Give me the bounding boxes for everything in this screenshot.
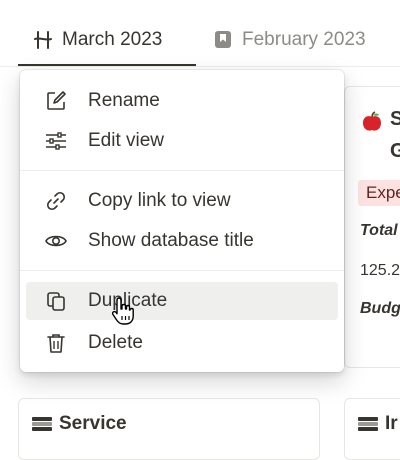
status-badge: Expe bbox=[358, 180, 400, 206]
menu-divider bbox=[20, 270, 344, 271]
view-icon bbox=[32, 29, 54, 51]
menu-item-show-database-title[interactable]: Show database title bbox=[26, 222, 338, 260]
menu-item-rename[interactable]: Rename bbox=[26, 82, 338, 120]
tab-label: March 2023 bbox=[62, 29, 163, 50]
menu-item-label: Duplicate bbox=[88, 290, 168, 311]
menu-item-label: Edit view bbox=[88, 130, 165, 151]
apple-icon bbox=[360, 110, 384, 134]
tab-february-2023[interactable]: February 2023 bbox=[212, 24, 366, 56]
gallery-card-partial[interactable]: Ir bbox=[344, 398, 400, 460]
card-title-line2: G bbox=[390, 140, 400, 162]
duplicate-icon bbox=[42, 287, 70, 315]
tabs-divider bbox=[0, 66, 400, 67]
bookmark-icon bbox=[212, 29, 234, 51]
gallery-card-service[interactable]: Service bbox=[18, 398, 320, 460]
card-stack-icon bbox=[31, 416, 53, 432]
link-icon bbox=[42, 187, 70, 215]
menu-item-delete[interactable]: Delete bbox=[26, 324, 338, 362]
view-options-menu: Rename Edit view Copy link to view Show … bbox=[20, 70, 344, 372]
menu-item-edit-view[interactable]: Edit view bbox=[26, 122, 338, 160]
trash-icon bbox=[42, 329, 70, 357]
card-stack-icon bbox=[357, 416, 379, 432]
view-tabs: March 2023 February 2023 bbox=[0, 0, 400, 70]
menu-item-label: Rename bbox=[88, 90, 160, 111]
menu-item-duplicate[interactable]: Duplicate bbox=[26, 282, 338, 320]
sliders-icon bbox=[42, 127, 70, 155]
tab-march-2023[interactable]: March 2023 bbox=[32, 24, 162, 56]
edit-icon bbox=[42, 87, 70, 115]
card-title: S bbox=[390, 108, 400, 130]
menu-item-label: Copy link to view bbox=[88, 190, 231, 211]
total-label: Total bbox=[360, 222, 398, 239]
tab-label: February 2023 bbox=[242, 29, 366, 50]
amount-value: 125.2 bbox=[360, 262, 400, 279]
menu-item-label: Delete bbox=[88, 332, 143, 353]
menu-divider bbox=[20, 170, 344, 171]
budget-label: Budg bbox=[360, 300, 400, 317]
eye-icon bbox=[42, 227, 70, 255]
menu-item-copy-link[interactable]: Copy link to view bbox=[26, 182, 338, 220]
menu-item-label: Show database title bbox=[88, 230, 254, 251]
